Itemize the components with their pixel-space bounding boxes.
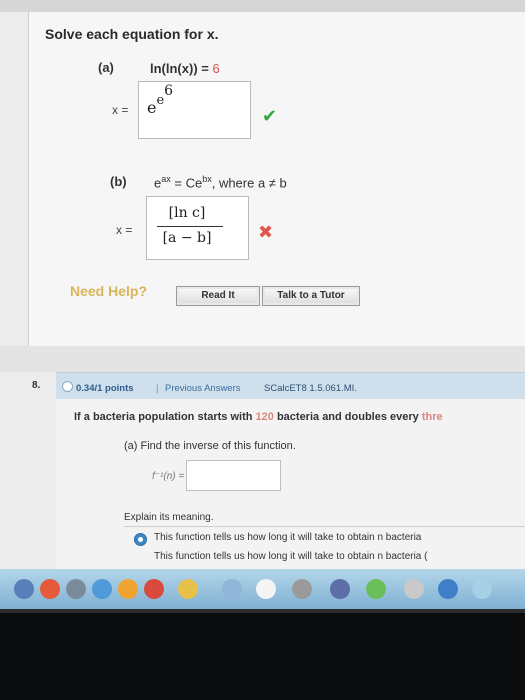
inverse-answer-input[interactable] bbox=[186, 460, 281, 491]
app-icon[interactable] bbox=[40, 579, 60, 599]
part-a-answer-box[interactable]: ee6 bbox=[138, 81, 251, 139]
radio-selected-icon[interactable] bbox=[134, 533, 147, 546]
app-icon[interactable] bbox=[366, 579, 386, 599]
read-it-button[interactable]: Read It bbox=[176, 286, 260, 306]
divider bbox=[124, 526, 525, 527]
question-number: 8. bbox=[32, 380, 41, 391]
option-row[interactable]: This function tells us how long it will … bbox=[124, 530, 525, 548]
app-icon[interactable] bbox=[256, 579, 276, 599]
app-icon[interactable] bbox=[222, 579, 242, 599]
header-separator: | bbox=[156, 383, 159, 394]
part-a-equation: ln(ln(x)) = 6 bbox=[150, 61, 220, 76]
inverse-function-label: f⁻¹(n) = bbox=[152, 471, 185, 482]
part-a-label: (a) bbox=[98, 60, 114, 75]
app-icon[interactable] bbox=[472, 579, 492, 599]
option-row[interactable]: This function tells us how long it will … bbox=[124, 549, 525, 567]
fraction-numerator: [ln c] bbox=[168, 205, 206, 221]
previous-answers-link[interactable]: Previous Answers bbox=[165, 383, 241, 394]
correct-check-icon: ✔ bbox=[262, 106, 278, 126]
section-gap bbox=[0, 346, 525, 372]
part-a-answer: ee6 bbox=[147, 83, 174, 117]
part-a-prompt: (a) Find the inverse of this function. bbox=[124, 440, 296, 452]
app-icon[interactable] bbox=[14, 579, 34, 599]
fraction-denominator: [a − b] bbox=[162, 230, 212, 246]
source-label: SCalcET8 1.5.061.MI. bbox=[264, 383, 357, 394]
monitor-bezel bbox=[0, 609, 525, 700]
expand-toggle-icon[interactable] bbox=[62, 381, 73, 392]
fraction-bar bbox=[157, 226, 223, 227]
talk-to-tutor-button[interactable]: Talk to a Tutor bbox=[262, 286, 360, 306]
need-help-label: Need Help? bbox=[70, 283, 148, 299]
app-icon[interactable] bbox=[118, 579, 138, 599]
monitor-bezel-edge bbox=[0, 609, 525, 613]
part-b-answer-box[interactable]: [ln c] [a − b] bbox=[146, 196, 249, 260]
os-taskbar bbox=[0, 569, 525, 609]
app-icon[interactable] bbox=[92, 579, 112, 599]
app-icon[interactable] bbox=[292, 579, 312, 599]
browser-top-strip bbox=[0, 0, 525, 12]
part-b-label: (b) bbox=[110, 174, 127, 189]
part-b-x-label: x = bbox=[116, 223, 133, 237]
explain-meaning-label: Explain its meaning. bbox=[124, 512, 214, 523]
app-icon[interactable] bbox=[438, 579, 458, 599]
problem-instruction: Solve each equation for x. bbox=[45, 26, 219, 42]
incorrect-x-icon: ✖ bbox=[258, 222, 274, 242]
part-b-equation: eax = Cebx, where a ≠ b bbox=[154, 174, 287, 191]
app-icon[interactable] bbox=[66, 579, 86, 599]
app-icon[interactable] bbox=[404, 579, 424, 599]
part-a-x-label: x = bbox=[112, 103, 129, 117]
question-text: If a bacteria population starts with 120… bbox=[74, 411, 443, 423]
app-icon[interactable] bbox=[330, 579, 350, 599]
app-icon[interactable] bbox=[144, 579, 164, 599]
app-icon[interactable] bbox=[178, 579, 198, 599]
points-label: 0.34/1 points bbox=[76, 383, 134, 394]
